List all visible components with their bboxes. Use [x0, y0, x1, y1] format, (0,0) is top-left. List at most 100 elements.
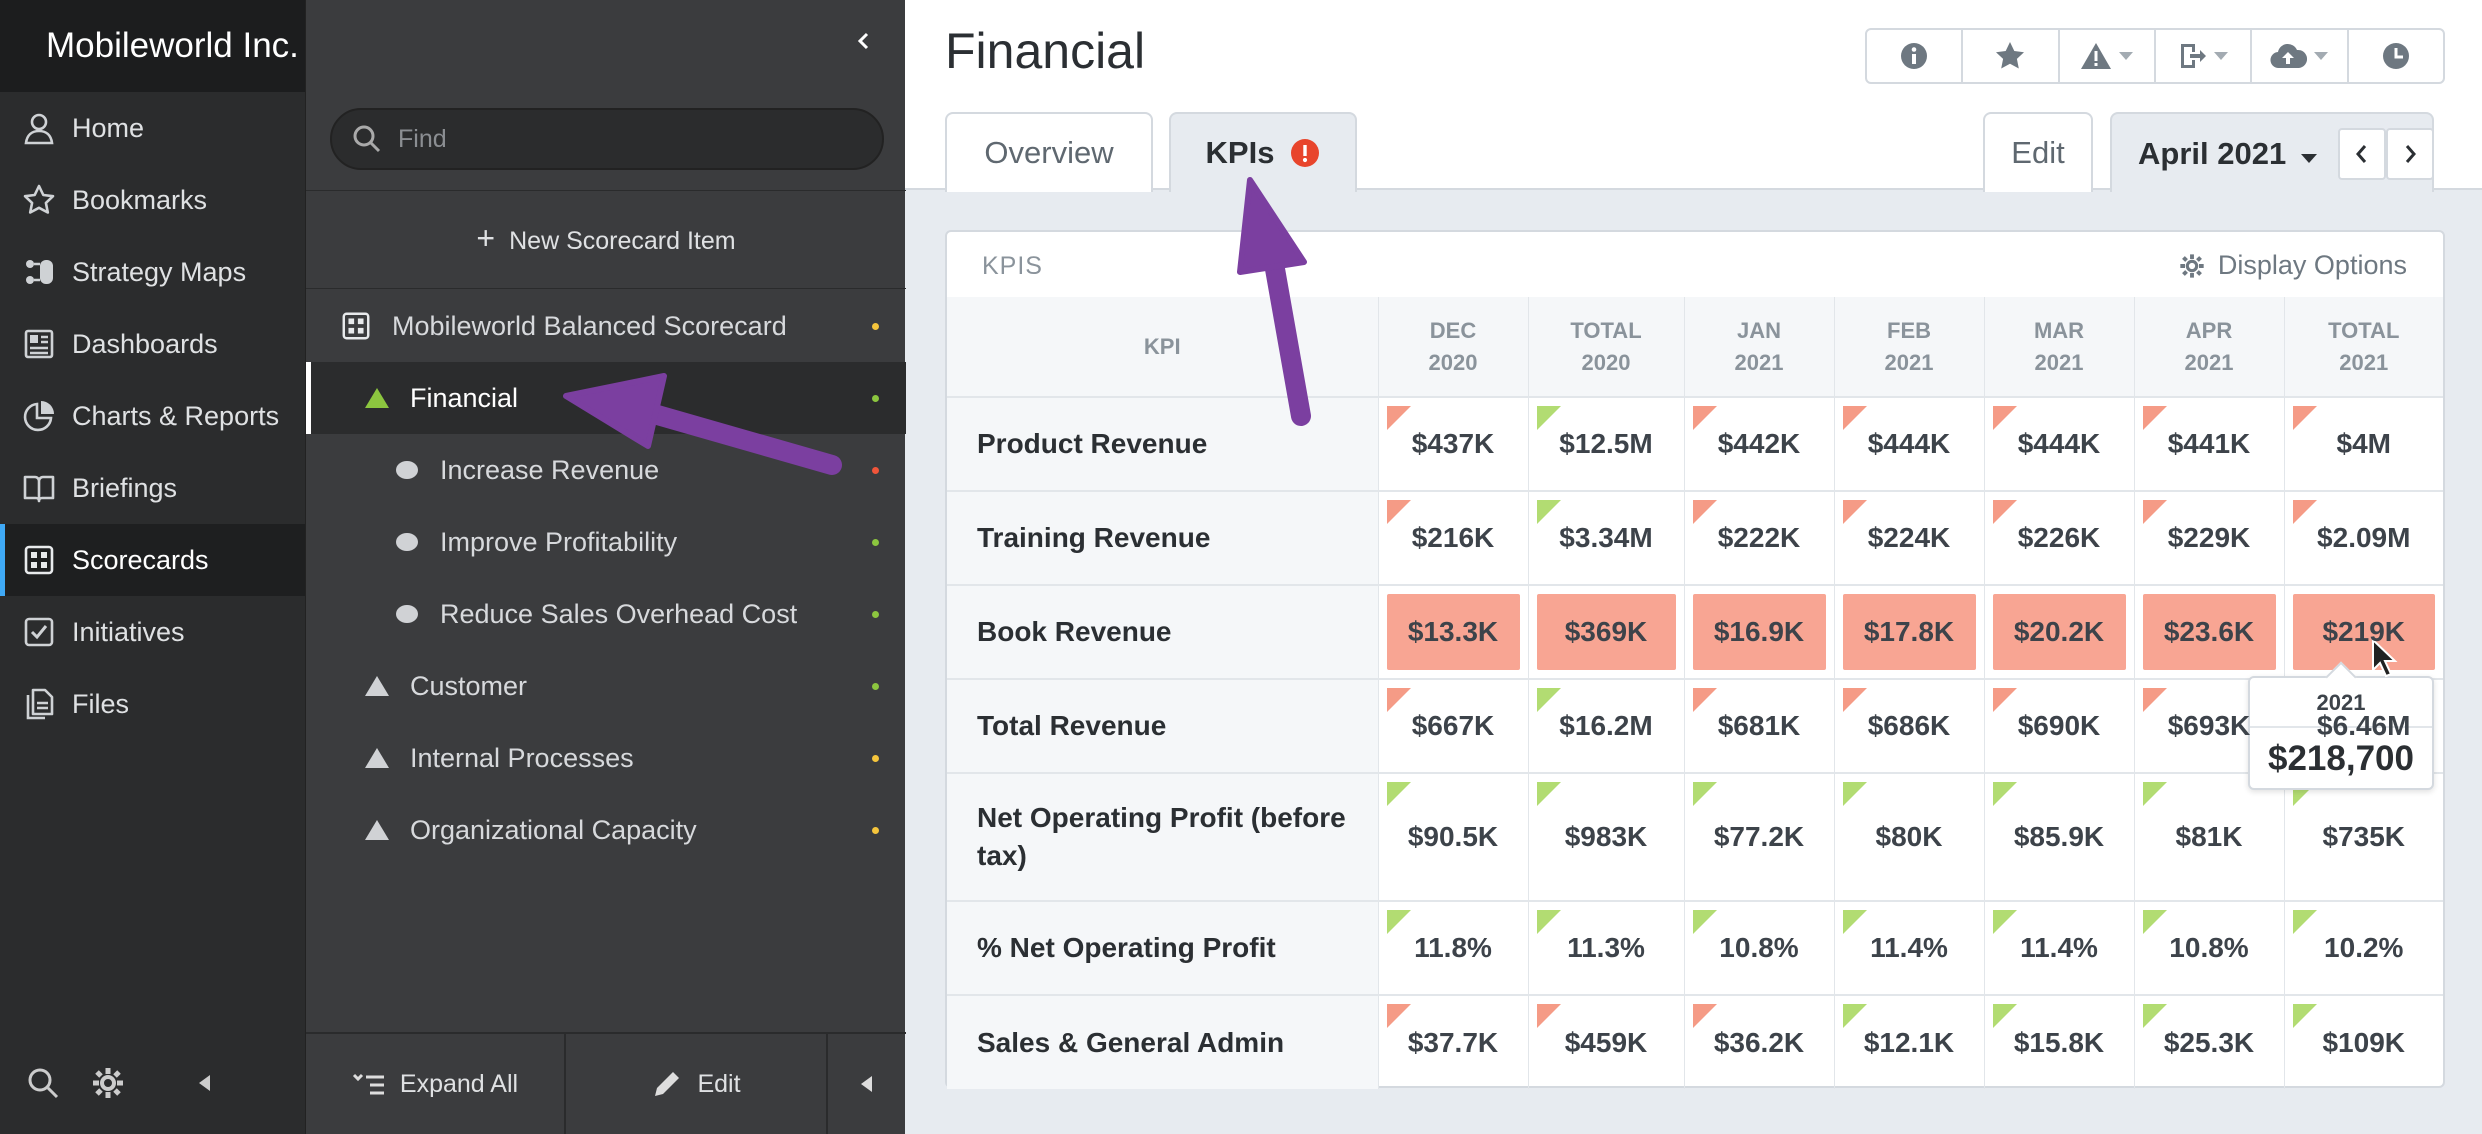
kpi-value-cell[interactable]: $444K [1983, 396, 2134, 491]
kpi-value-cell[interactable]: $109K [2283, 994, 2443, 1089]
kpi-value-cell[interactable]: $3.34M [1527, 490, 1684, 585]
kpi-value-cell[interactable]: 10.2% [2283, 900, 2443, 995]
collapse-left-icon[interactable] [196, 1073, 212, 1093]
column-header[interactable]: APR 2021 [2133, 297, 2284, 397]
find-search-box[interactable] [330, 108, 884, 170]
tree-item-customer[interactable]: Customer [306, 650, 906, 722]
kpi-value-cell[interactable]: $441K [2133, 396, 2284, 491]
tab-kpis[interactable]: KPIs [1169, 112, 1357, 192]
kpi-value-cell[interactable]: 11.8% [1377, 900, 1528, 995]
column-header[interactable]: TOTAL 2021 [2283, 297, 2443, 397]
nav-item-home[interactable]: Home [0, 92, 305, 164]
kpi-name[interactable]: Sales & General Admin [947, 994, 1378, 1089]
kpi-value-cell[interactable]: $80K [1833, 772, 1984, 901]
kpi-value-cell[interactable]: $13.3K [1377, 584, 1528, 679]
kpi-value-cell[interactable]: 11.3% [1527, 900, 1684, 995]
kpi-value-cell[interactable]: $735K [2283, 772, 2443, 901]
nav-item-bookmarks[interactable]: Bookmarks [0, 164, 305, 236]
find-input[interactable] [398, 124, 838, 154]
kpi-name[interactable]: Product Revenue [947, 396, 1378, 491]
kpi-value-cell[interactable]: 10.8% [2133, 900, 2284, 995]
tree-item-mobileworld-balanced-scorecard[interactable]: Mobileworld Balanced Scorecard [306, 290, 906, 362]
export-menu-button[interactable] [2156, 30, 2253, 82]
kpi-value-cell[interactable]: $983K [1527, 772, 1684, 901]
chevron-left-icon[interactable] [853, 26, 873, 56]
kpi-value-cell[interactable]: $90.5K [1377, 772, 1528, 901]
previous-period-button[interactable] [2338, 128, 2386, 180]
info-button[interactable] [1867, 30, 1964, 82]
kpi-value-cell[interactable]: $224K [1833, 490, 1984, 585]
cloud-menu-button[interactable] [2252, 30, 2349, 82]
nav-item-charts-reports[interactable]: Charts & Reports [0, 380, 305, 452]
tree-item-reduce-sales-overhead-cost[interactable]: Reduce Sales Overhead Cost [306, 578, 906, 650]
tree-item-financial[interactable]: Financial [306, 362, 906, 434]
column-header[interactable]: TOTAL 2020 [1527, 297, 1684, 397]
kpi-value-cell[interactable]: 10.8% [1683, 900, 1834, 995]
next-period-button[interactable] [2386, 128, 2434, 180]
kpi-value-cell[interactable]: $77.2K [1683, 772, 1834, 901]
org-header[interactable]: Mobileworld Inc. [0, 0, 305, 92]
kpi-value-cell[interactable]: $37.7K [1377, 994, 1528, 1089]
nav-item-scorecards[interactable]: Scorecards [0, 524, 305, 596]
kpi-value-cell[interactable]: $16.9K [1683, 584, 1834, 679]
nav-item-files[interactable]: Files [0, 668, 305, 740]
collapse-tree-button[interactable] [828, 1034, 904, 1134]
kpi-value-cell[interactable]: $690K [1983, 678, 2134, 773]
kpi-name[interactable]: Training Revenue [947, 490, 1378, 585]
column-header[interactable]: JAN 2021 [1683, 297, 1834, 397]
display-options-button[interactable]: Display Options [2178, 250, 2407, 281]
kpi-value-cell[interactable]: 11.4% [1833, 900, 1984, 995]
kpi-value-cell[interactable]: $216K [1377, 490, 1528, 585]
kpi-value-cell[interactable]: $437K [1377, 396, 1528, 491]
kpi-value-cell[interactable]: $20.2K [1983, 584, 2134, 679]
kpi-value-cell[interactable]: $15.8K [1983, 994, 2134, 1089]
kpi-value-cell[interactable]: $222K [1683, 490, 1834, 585]
edit-tree-button[interactable]: Edit [566, 1034, 828, 1134]
column-header[interactable]: FEB 2021 [1833, 297, 1984, 397]
kpi-value-cell[interactable]: $219K [2283, 584, 2443, 679]
tree-item-increase-revenue[interactable]: Increase Revenue [306, 434, 906, 506]
kpi-value-cell[interactable]: $36.2K [1683, 994, 1834, 1089]
tree-item-improve-profitability[interactable]: Improve Profitability [306, 506, 906, 578]
edit-button[interactable]: Edit [1983, 112, 2093, 192]
kpi-name[interactable]: Net Operating Profit (before tax) [947, 772, 1378, 901]
tab-overview[interactable]: Overview [945, 112, 1153, 192]
kpi-value-cell[interactable]: $85.9K [1983, 772, 2134, 901]
kpi-value-cell[interactable]: $81K [2133, 772, 2284, 901]
kpi-value-cell[interactable]: $23.6K [2133, 584, 2284, 679]
kpi-name[interactable]: Total Revenue [947, 678, 1378, 773]
period-dropdown[interactable]: April 2021 [2138, 136, 2318, 172]
nav-item-strategy-maps[interactable]: Strategy Maps [0, 236, 305, 308]
nav-item-briefings[interactable]: Briefings [0, 452, 305, 524]
tree-item-internal-processes[interactable]: Internal Processes [306, 722, 906, 794]
kpi-value-cell[interactable]: 11.4% [1983, 900, 2134, 995]
kpi-value-cell[interactable]: $12.1K [1833, 994, 1984, 1089]
column-header[interactable]: MAR 2021 [1983, 297, 2134, 397]
kpi-value-cell[interactable]: $229K [2133, 490, 2284, 585]
kpi-value-cell[interactable]: $444K [1833, 396, 1984, 491]
alerts-menu-button[interactable] [2060, 30, 2156, 82]
kpi-value-cell[interactable]: $667K [1377, 678, 1528, 773]
kpi-value-cell[interactable]: $4M [2283, 396, 2443, 491]
kpi-value-cell[interactable]: $442K [1683, 396, 1834, 491]
kpi-value-cell[interactable]: $459K [1527, 994, 1684, 1089]
expand-all-button[interactable]: Expand All [306, 1034, 566, 1134]
column-header[interactable]: DEC 2020 [1377, 297, 1528, 397]
kpi-value-cell[interactable]: $25.3K [2133, 994, 2284, 1089]
history-button[interactable] [2349, 30, 2443, 82]
kpi-value-cell[interactable]: $686K [1833, 678, 1984, 773]
kpi-value-cell[interactable]: $16.2M [1527, 678, 1684, 773]
kpi-name[interactable]: % Net Operating Profit [947, 900, 1378, 995]
new-scorecard-item-button[interactable]: + New Scorecard Item [306, 220, 906, 257]
kpi-value-cell[interactable]: $17.8K [1833, 584, 1984, 679]
kpi-value-cell[interactable]: $2.09M [2283, 490, 2443, 585]
nav-item-dashboards[interactable]: Dashboards [0, 308, 305, 380]
kpi-value-cell[interactable]: $12.5M [1527, 396, 1684, 491]
kpi-value-cell[interactable]: $681K [1683, 678, 1834, 773]
bookmark-button[interactable] [1963, 30, 2060, 82]
nav-item-initiatives[interactable]: Initiatives [0, 596, 305, 668]
kpi-value-cell[interactable]: $226K [1983, 490, 2134, 585]
tree-item-organizational-capacity[interactable]: Organizational Capacity [306, 794, 906, 866]
search-icon[interactable] [26, 1066, 60, 1100]
kpi-name[interactable]: Book Revenue [947, 584, 1378, 679]
